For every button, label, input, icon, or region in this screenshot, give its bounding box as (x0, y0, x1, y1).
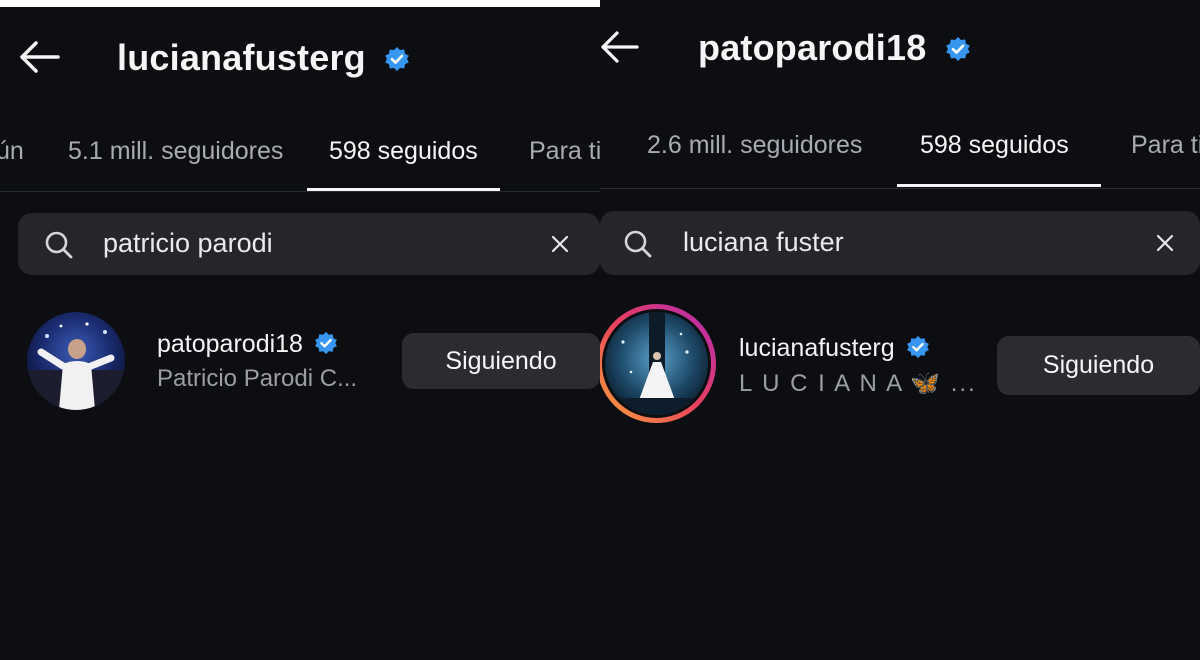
avatar[interactable] (605, 312, 708, 415)
tab-common[interactable]: ún (0, 137, 24, 166)
result-username[interactable]: lucianafusterg (739, 334, 895, 362)
tab-for-you[interactable]: Para ti (1131, 131, 1200, 160)
result-fullname: L U C I A N A 🦋 ... (739, 369, 977, 398)
verified-badge-icon (314, 331, 338, 362)
right-screenshot: patoparodi18 2.6 mill. seguidores 598 se… (600, 0, 1200, 660)
search-icon (623, 229, 653, 264)
result-username-row[interactable]: lucianafusterg (739, 334, 930, 366)
tab-for-you[interactable]: Para ti (529, 137, 600, 166)
search-icon (44, 230, 74, 265)
result-username[interactable]: patoparodi18 (157, 330, 303, 358)
following-button[interactable]: Siguiendo (402, 333, 600, 389)
following-button[interactable]: Siguiendo (997, 336, 1200, 395)
search-input[interactable]: luciana fuster (683, 227, 844, 258)
active-tab-indicator (307, 188, 500, 191)
verified-badge-icon (384, 39, 410, 81)
result-fullname-text: L U C I A N A (739, 370, 905, 397)
tab-divider (600, 188, 1200, 189)
butterfly-emoji: 🦋 (910, 370, 943, 397)
profile-username: patoparodi18 (698, 27, 927, 68)
tab-followers[interactable]: 2.6 mill. seguidores (647, 131, 862, 160)
tab-followers[interactable]: 5.1 mill. seguidores (68, 137, 283, 166)
profile-title: patoparodi18 (698, 27, 971, 71)
search-bar[interactable]: patricio parodi (18, 213, 600, 275)
verified-badge-icon (906, 335, 930, 366)
tab-following[interactable]: 598 seguidos (920, 131, 1069, 160)
tab-following[interactable]: 598 seguidos (329, 137, 478, 166)
back-arrow-icon[interactable] (18, 40, 60, 74)
result-fullname: Patricio Parodi C... (157, 365, 358, 392)
tab-divider (0, 191, 600, 192)
back-arrow-icon[interactable] (600, 30, 640, 64)
profile-title: lucianafusterg (117, 37, 410, 81)
result-username-row[interactable]: patoparodi18 (157, 330, 338, 362)
search-input[interactable]: patricio parodi (103, 228, 273, 259)
active-tab-indicator (897, 184, 1101, 187)
left-screenshot: lucianafusterg ún 5.1 mill. seguidores 5… (0, 0, 600, 660)
profile-username: lucianafusterg (117, 37, 366, 78)
avatar[interactable] (27, 312, 125, 410)
top-strip (0, 0, 600, 7)
clear-icon[interactable] (551, 235, 569, 258)
truncation-ellipsis: ... (942, 370, 977, 397)
search-bar[interactable]: luciana fuster (600, 211, 1200, 275)
verified-badge-icon (945, 29, 971, 71)
clear-icon[interactable] (1156, 234, 1174, 257)
